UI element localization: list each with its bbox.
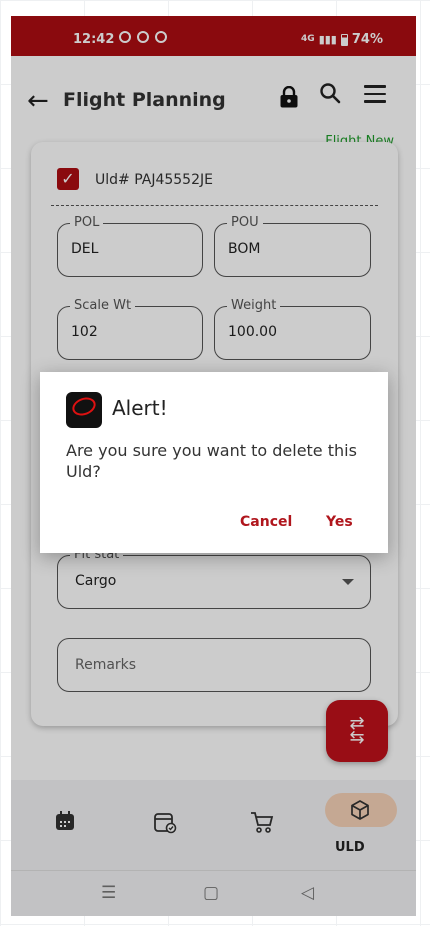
dialog-message: Are you sure you want to delete this Uld…: [66, 441, 357, 481]
yes-button[interactable]: Yes: [326, 514, 353, 530]
dialog-title: Alert!: [112, 396, 168, 420]
phone-screen: 12:42 4G ▮▮▮ 74% ← Flight Planning Fligh…: [11, 16, 416, 916]
alert-dialog: Alert! Are you sure you want to delete t…: [40, 372, 388, 553]
app-logo-icon: [66, 392, 102, 428]
cancel-button[interactable]: Cancel: [240, 514, 292, 530]
